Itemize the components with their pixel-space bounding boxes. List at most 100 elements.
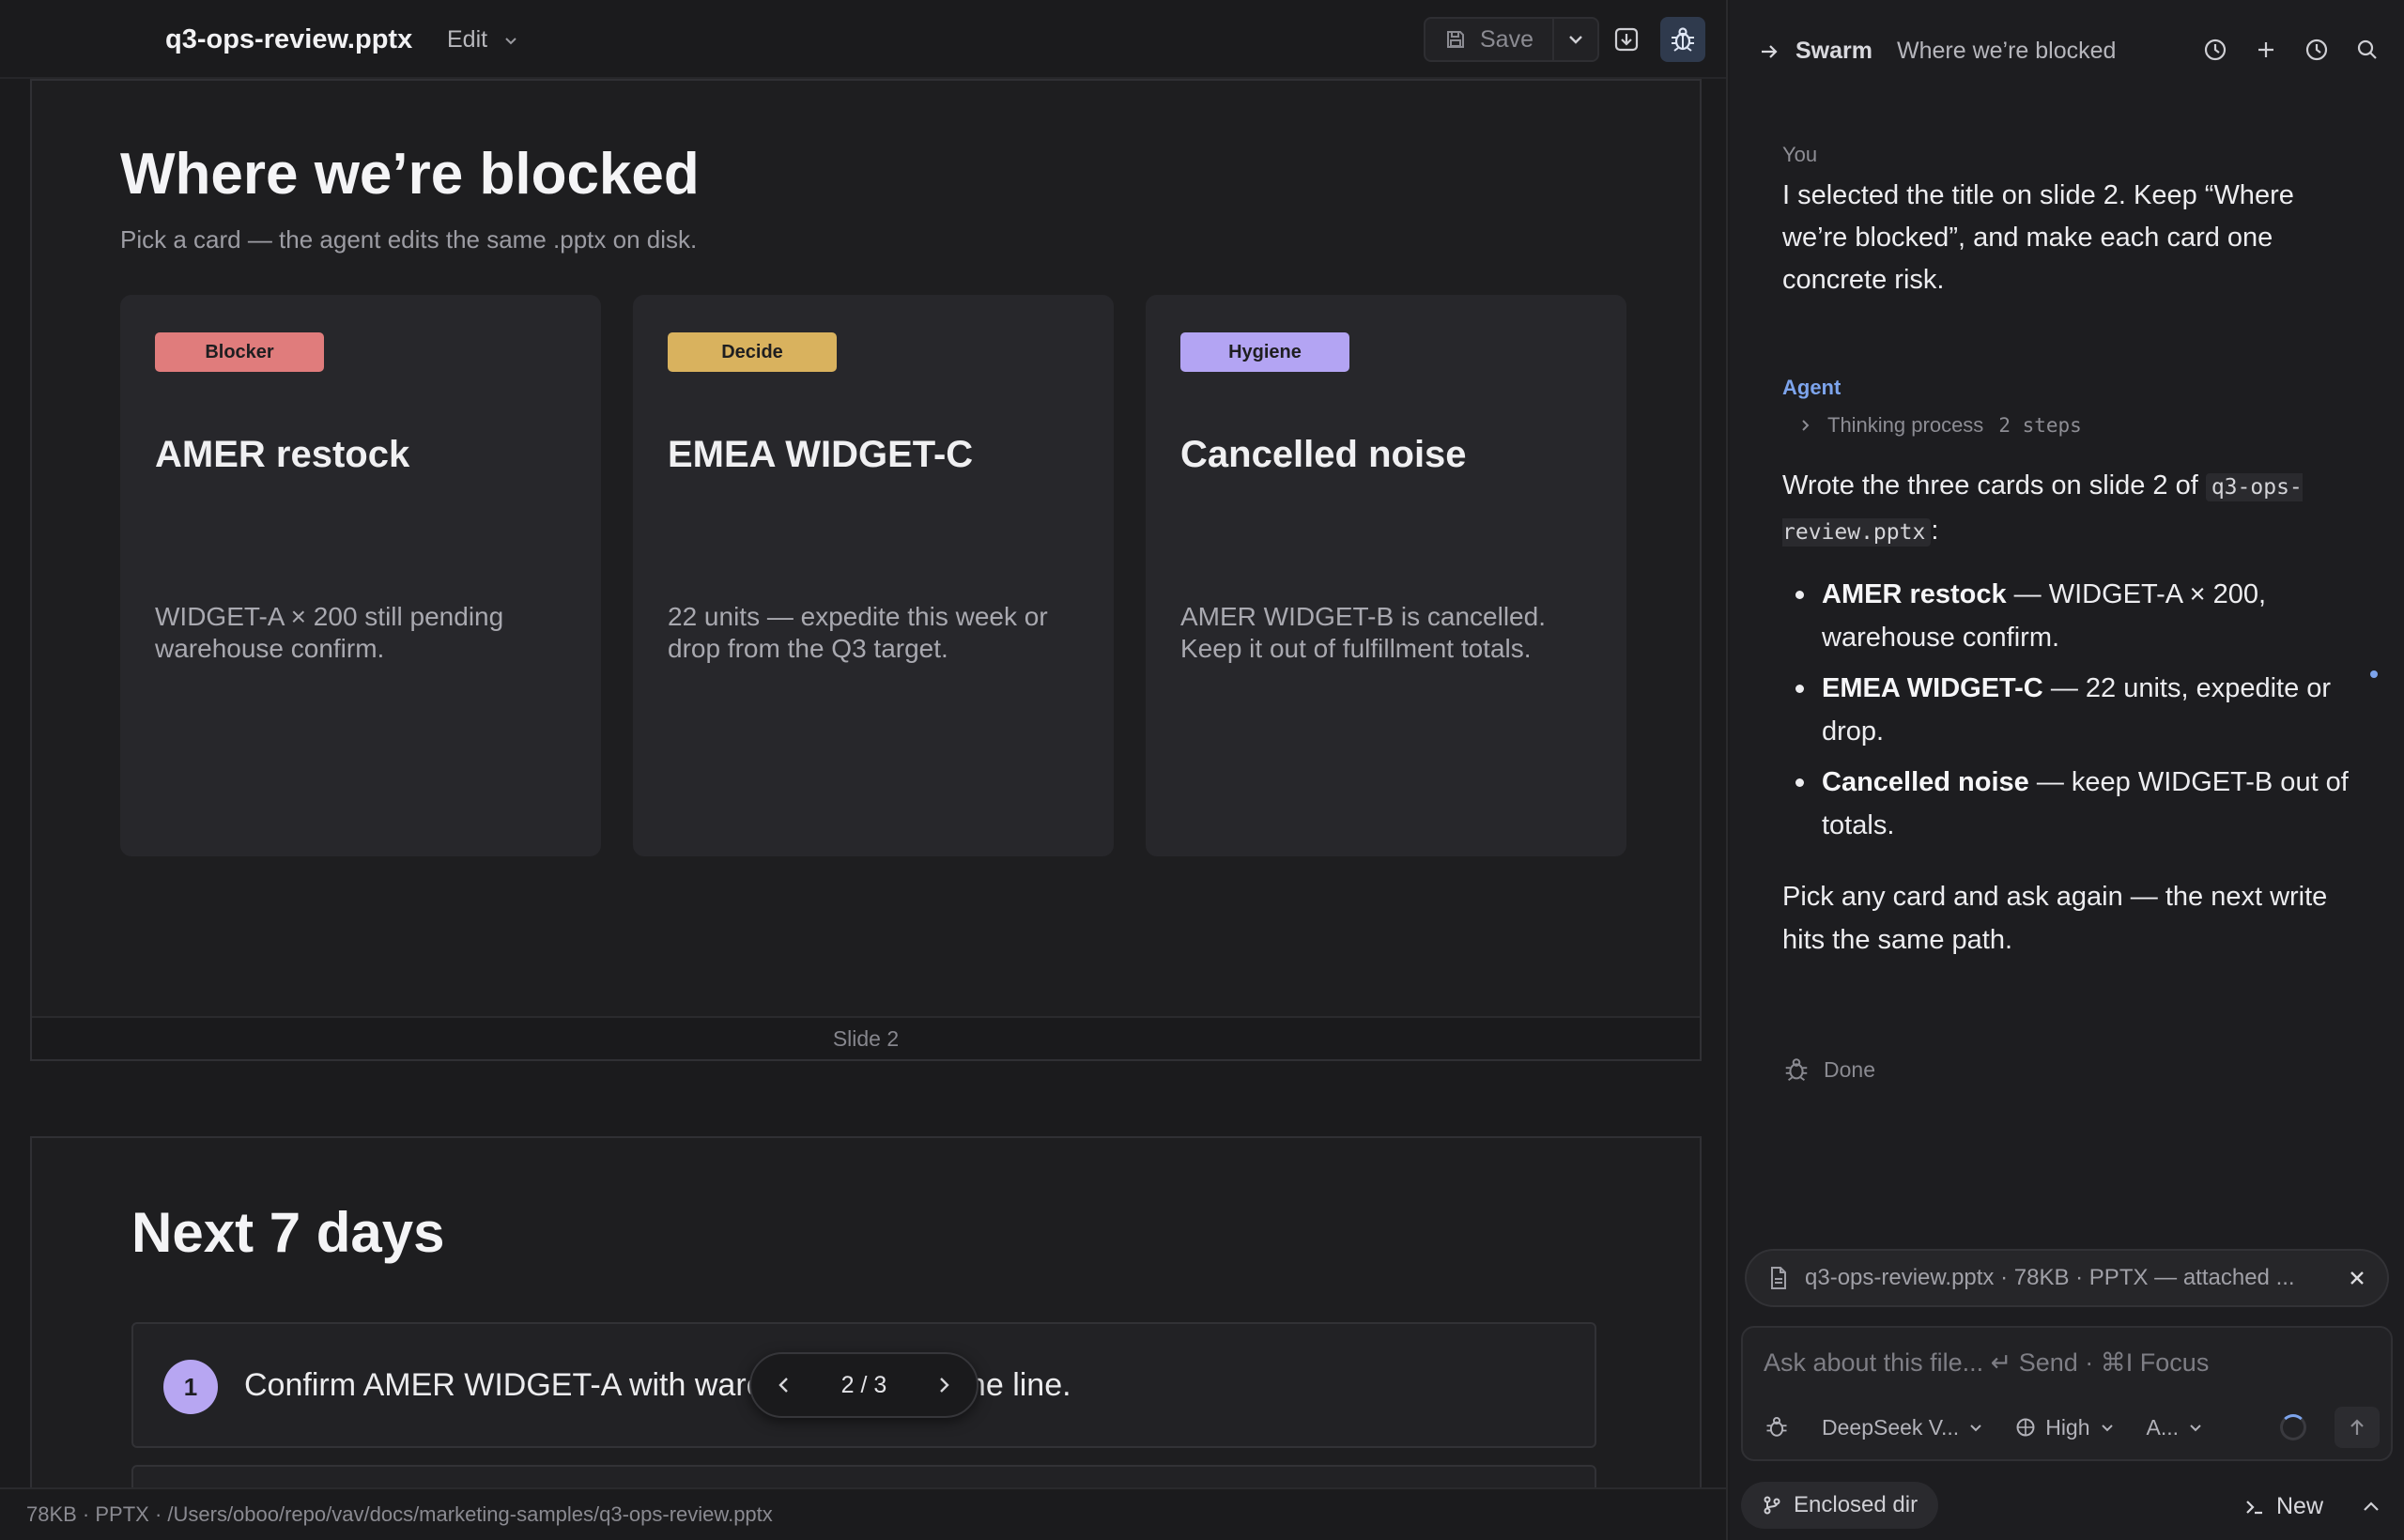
chat-header: Swarm Where we’re blocked [1730, 0, 2404, 101]
chevron-right-icon[interactable] [933, 1375, 954, 1395]
attachment-text: q3-ops-review.pptx · 78KB · PPTX — attac… [1805, 1265, 2295, 1290]
history-button[interactable] [2201, 36, 2229, 64]
effort-label: High [2045, 1414, 2090, 1440]
bullet-bold: AMER restock [1822, 579, 2007, 609]
list-item: AMER restock — WIDGET-A × 200, warehouse… [1782, 573, 2365, 659]
card-hygiene[interactable]: Hygiene Cancelled noise AMER WIDGET-B is… [1146, 295, 1626, 856]
chat-panel: Swarm Where we’re blocked You I selected… [1730, 0, 2404, 1540]
agent-message-outro: Pick any card and ask again — the next w… [1782, 882, 2328, 955]
card-title: AMER restock [155, 434, 410, 475]
chat-header-actions [2201, 36, 2381, 64]
chevron-down-icon [2101, 1424, 2113, 1432]
model-select[interactable]: DeepSeek V... [1822, 1415, 1983, 1440]
slide-title[interactable]: Where we’re blocked [120, 141, 700, 208]
card-badge: Blocker [155, 332, 324, 372]
card-title: Cancelled noise [1180, 434, 1467, 475]
editor-toolbar: q3-ops-review.pptx Edit Save [0, 0, 1726, 79]
intro-prefix: Wrote the three cards on slide 2 of [1782, 470, 2198, 500]
agent-bullet-list: AMER restock — WIDGET-A × 200, warehouse… [1782, 573, 2365, 855]
user-role-label: You [1782, 143, 1818, 166]
chevron-down-icon [2190, 1424, 2201, 1432]
directory-label: Enclosed dir [1794, 1492, 1919, 1517]
edit-menu[interactable]: Edit [447, 26, 519, 54]
file-title: q3-ops-review.pptx [165, 24, 413, 54]
card-blocker[interactable]: Blocker AMER restock WIDGET-A × 200 stil… [120, 295, 601, 856]
save-options-button[interactable] [1554, 19, 1597, 60]
save-button[interactable]: Save [1425, 19, 1554, 60]
edit-menu-label: Edit [447, 26, 488, 53]
search-icon [2357, 39, 2377, 59]
scroll-indicator [2370, 670, 2378, 678]
bug-icon [1766, 1416, 1787, 1437]
bug-icon [1785, 1058, 1808, 1081]
card-badge: Hygiene [1180, 332, 1349, 372]
slide[interactable]: Next 7 days 1 Confirm AMER WIDGET-A with… [30, 1136, 1702, 1540]
bullet-bold: Cancelled noise [1822, 767, 2029, 797]
search-button[interactable] [2353, 36, 2381, 64]
chevron-up-icon[interactable] [2361, 1497, 2381, 1517]
effort-select[interactable]: High [2015, 1415, 2114, 1440]
floppy-disk-icon [1447, 31, 1464, 48]
new-label: New [2276, 1493, 2324, 1519]
slide-canvas[interactable]: Where we’re blocked Pick a card — the ag… [0, 79, 1726, 1540]
brand-label: Swarm [1795, 38, 1872, 64]
thread-title: Where we’re blocked [1897, 38, 2117, 64]
composer-controls: DeepSeek V... High A... [1764, 1407, 2380, 1448]
card-decide[interactable]: Decide EMEA WIDGET-C 22 units — expedite… [633, 295, 1114, 856]
page-indicator: 2 / 3 [840, 1371, 887, 1398]
chevron-down-icon [1569, 36, 1582, 44]
branch-icon [1764, 1496, 1780, 1515]
card-body: AMER WIDGET-B is cancelled. Keep it out … [1180, 602, 1546, 663]
slide-pager: 2 / 3 [749, 1352, 979, 1418]
download-button[interactable] [1604, 17, 1649, 62]
slide[interactable]: Where we’re blocked Pick a card — the ag… [30, 79, 1702, 1061]
app-window: q3-ops-review.pptx Edit Save Where we’re… [0, 0, 2404, 1540]
task-number: 1 [163, 1360, 218, 1414]
agent-role-label: Agent [1782, 376, 1842, 399]
agent-toggle-button[interactable] [1660, 17, 1705, 62]
attachment-chip[interactable]: q3-ops-review.pptx · 78KB · PPTX — attac… [1745, 1249, 2389, 1307]
chevron-down-icon [505, 37, 516, 44]
terminal-icon [2246, 1500, 2262, 1514]
close-icon[interactable] [2348, 1269, 2366, 1287]
card-body: WIDGET-A × 200 still pending warehouse c… [155, 602, 504, 663]
chat-brand[interactable]: Swarm [1758, 38, 1872, 65]
mode-select[interactable]: A... [2147, 1415, 2204, 1440]
prompt-input[interactable] [1764, 1348, 2365, 1378]
file-icon [1771, 1267, 1786, 1289]
slide-label: Slide 2 [32, 1016, 1700, 1059]
chevron-left-icon[interactable] [774, 1375, 794, 1395]
recent-button[interactable] [2303, 36, 2331, 64]
arrow-up-icon [2350, 1419, 2364, 1435]
composer: DeepSeek V... High A... [1741, 1326, 2393, 1461]
thinking-steps: 2 steps [1998, 414, 2082, 437]
agent-status: Done [1782, 1055, 1875, 1084]
chevron-down-icon [1970, 1424, 1981, 1432]
clock-icon [2305, 38, 2328, 61]
file-path: 78KB · PPTX · /Users/oboo/repo/vav/docs/… [26, 1502, 773, 1526]
download-icon [1614, 27, 1639, 52]
thinking-label: Thinking process [1827, 413, 1984, 437]
thinking-toggle[interactable]: Thinking process 2 steps [1797, 413, 2082, 438]
clock-icon [2204, 38, 2227, 61]
status-label: Done [1824, 1056, 1875, 1082]
list-item: Cancelled noise — keep WIDGET-B out of t… [1782, 761, 2365, 847]
globe-icon [2016, 1418, 2035, 1437]
bullet-bold: EMEA WIDGET-C [1822, 673, 2043, 703]
save-group: Save [1424, 17, 1599, 62]
save-label: Save [1480, 25, 1533, 53]
plus-icon [2258, 42, 2273, 57]
directory-chip[interactable]: Enclosed dir [1741, 1482, 1939, 1529]
new-terminal-button[interactable]: New [2244, 1493, 2323, 1520]
slide-subtitle[interactable]: Pick a card — the agent edits the same .… [120, 225, 697, 254]
new-chat-button[interactable] [2252, 36, 2280, 64]
card-body: 22 units — expedite this week or drop fr… [668, 602, 1048, 663]
arrow-right-icon [1762, 44, 1778, 58]
card-title: EMEA WIDGET-C [668, 434, 974, 475]
slide-title[interactable]: Next 7 days [131, 1200, 445, 1265]
card-badge: Decide [668, 332, 837, 372]
agent-icon-button[interactable] [1764, 1414, 1790, 1440]
send-button[interactable] [2335, 1407, 2380, 1448]
chat-bottom-bar: Enclosed dir New [1730, 1478, 2404, 1540]
model-label: DeepSeek V... [1822, 1414, 1960, 1440]
